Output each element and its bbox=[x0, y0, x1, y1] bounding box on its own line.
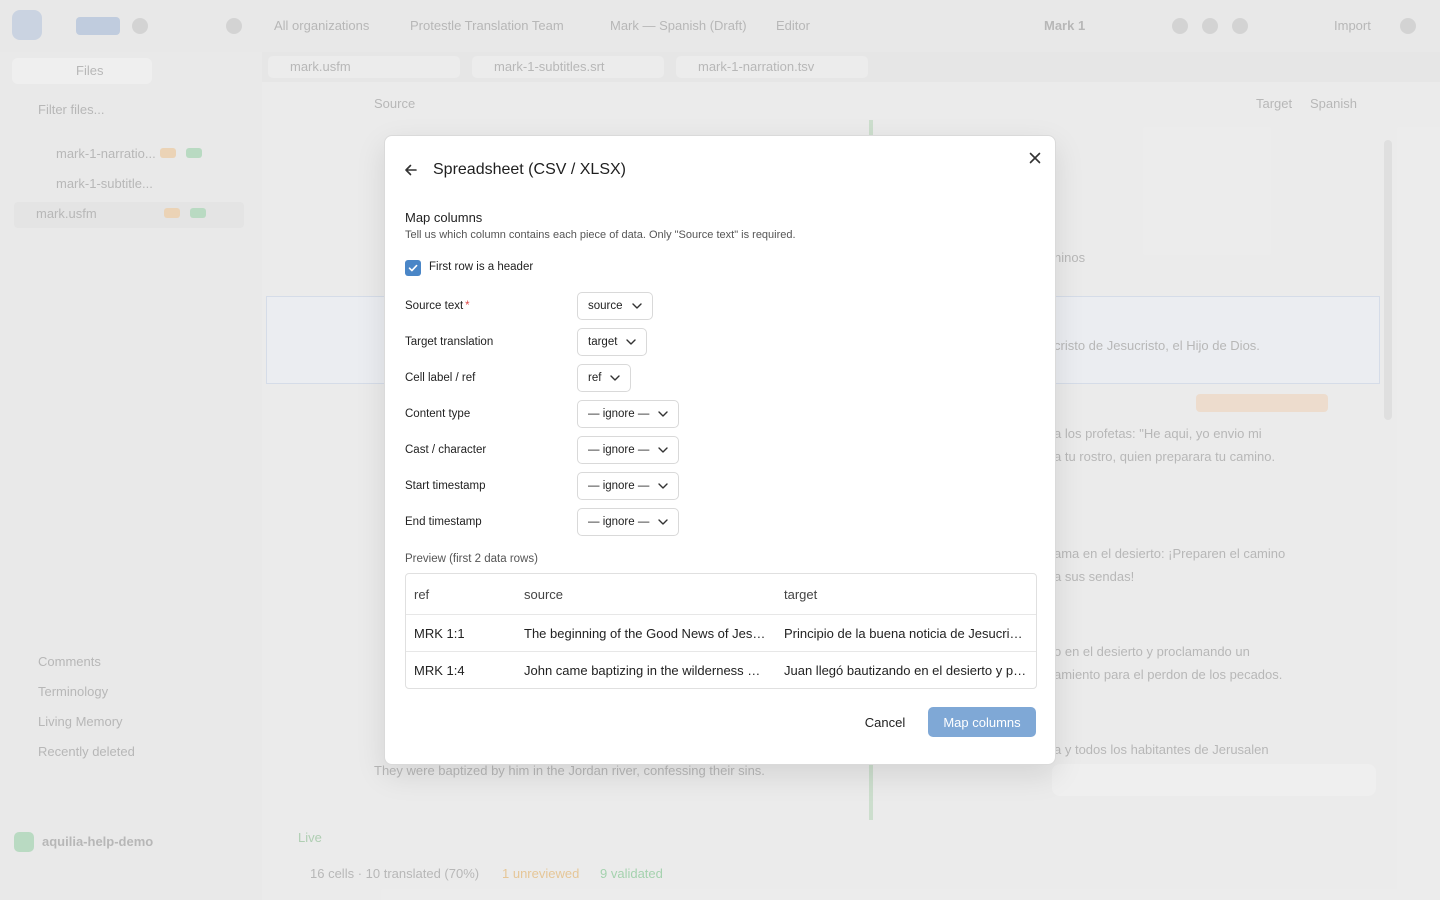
select-value: — ignore — bbox=[588, 444, 650, 456]
select-value: — ignore — bbox=[588, 408, 650, 420]
table-cell: MRK 1:4 bbox=[414, 652, 510, 688]
chevron-down-icon bbox=[658, 411, 669, 417]
table-row: MRK 1:4 John came baptizing in the wilde… bbox=[406, 651, 1036, 688]
select-target-translation[interactable]: target bbox=[577, 328, 648, 356]
map-columns-button[interactable]: Map columns bbox=[928, 707, 1036, 737]
chevron-down-icon bbox=[658, 483, 669, 489]
select-value: source bbox=[588, 300, 623, 312]
select-value: ref bbox=[588, 372, 602, 384]
select-cast-character[interactable]: — ignore — bbox=[577, 436, 680, 464]
select-value: — ignore — bbox=[588, 480, 650, 492]
cell-text: The beginning of the Good News of Jesus … bbox=[524, 625, 766, 641]
table-cell: John came baptizing in the wilderness an… bbox=[524, 652, 766, 688]
select-value: — ignore — bbox=[588, 516, 650, 528]
back-button[interactable] bbox=[401, 160, 421, 180]
preview-column-header: ref bbox=[414, 574, 510, 614]
chevron-down-icon bbox=[610, 375, 621, 381]
table-cell: Principio de la buena noticia de Jesucri… bbox=[784, 615, 1028, 651]
mapping-label-target-translation: Target translation bbox=[405, 336, 494, 348]
import-spreadsheet-dialog: Spreadsheet (CSV / XLSX) Map columns Tel… bbox=[384, 135, 1056, 765]
dialog-title: Spreadsheet (CSV / XLSX) bbox=[433, 161, 626, 178]
preview-column-header: source bbox=[524, 574, 766, 614]
cell-text: John came baptizing in the wilderness an… bbox=[524, 662, 766, 678]
chevron-down-icon bbox=[658, 519, 669, 525]
section-title: Map columns bbox=[405, 210, 483, 225]
select-content-type[interactable]: — ignore — bbox=[577, 400, 680, 428]
select-end-timestamp[interactable]: — ignore — bbox=[577, 508, 680, 536]
cell-text: MRK 1:4 bbox=[414, 662, 465, 678]
preview-table: ref source target MRK 1:1 The beginning … bbox=[405, 573, 1037, 689]
preview-header-row: ref source target bbox=[406, 574, 1036, 614]
select-source-text[interactable]: source bbox=[577, 292, 653, 320]
preview-title: Preview (first 2 data rows) bbox=[405, 553, 538, 565]
mapping-label-end-timestamp: End timestamp bbox=[405, 516, 482, 528]
mapping-label-cast-character: Cast / character bbox=[405, 444, 487, 456]
mapping-label-content-type: Content type bbox=[405, 408, 471, 420]
arrow-left-icon bbox=[405, 164, 417, 176]
header-text: source bbox=[524, 586, 564, 602]
cancel-button[interactable]: Cancel bbox=[851, 708, 919, 736]
table-cell: Juan llegó bautizando en el desierto y p… bbox=[784, 652, 1028, 688]
mapping-label-start-timestamp: Start timestamp bbox=[405, 480, 486, 492]
table-cell: The beginning of the Good News of Jesus … bbox=[524, 615, 766, 651]
table-row: MRK 1:1 The beginning of the Good News o… bbox=[406, 614, 1036, 651]
header-text: target bbox=[784, 586, 818, 602]
mapping-label-text: Source text bbox=[405, 300, 464, 312]
chevron-down-icon bbox=[626, 339, 637, 345]
mapping-label-source-text: Source text * bbox=[405, 299, 470, 313]
check-icon bbox=[408, 264, 418, 272]
close-icon bbox=[1029, 152, 1041, 164]
chevron-down-icon bbox=[631, 303, 642, 309]
preview-column-header: target bbox=[784, 574, 1028, 614]
close-button[interactable] bbox=[1025, 148, 1045, 168]
cell-text: MRK 1:1 bbox=[414, 625, 465, 641]
section-description: Tell us which column contains each piece… bbox=[405, 229, 796, 241]
select-start-timestamp[interactable]: — ignore — bbox=[577, 472, 680, 500]
table-cell: MRK 1:1 bbox=[414, 615, 510, 651]
chevron-down-icon bbox=[658, 447, 669, 453]
first-row-header-checkbox[interactable] bbox=[405, 260, 421, 276]
cell-text: Juan llegó bautizando en el desierto y p… bbox=[784, 662, 1028, 678]
select-value: target bbox=[588, 336, 618, 348]
required-marker: * bbox=[465, 300, 470, 312]
select-cell-label[interactable]: ref bbox=[577, 364, 632, 392]
header-text: ref bbox=[414, 586, 430, 602]
cell-text: Principio de la buena noticia de Jesucri… bbox=[784, 625, 1028, 641]
first-row-header-label: First row is a header bbox=[429, 261, 534, 273]
mapping-label-cell-label: Cell label / ref bbox=[405, 372, 476, 384]
